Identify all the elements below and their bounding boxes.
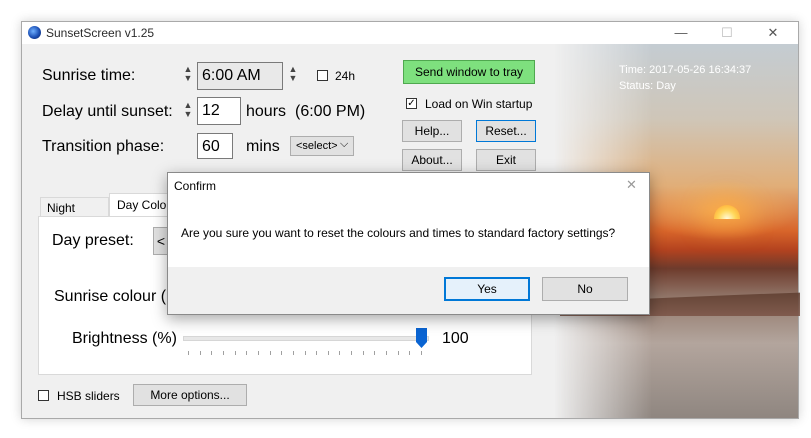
- slider-tick: [281, 351, 282, 355]
- checkbox-24h[interactable]: [317, 70, 328, 81]
- slider-tick: [339, 351, 340, 355]
- transition-field[interactable]: 60: [197, 133, 233, 159]
- brightness-label: Brightness (%): [72, 330, 177, 347]
- slider-tick: [246, 351, 247, 355]
- sunrise-spin-left[interactable]: ▲ ▼: [183, 65, 193, 83]
- delay-field[interactable]: 12: [197, 97, 241, 125]
- transition-select[interactable]: <select> ⌵: [290, 136, 354, 156]
- dialog-title: Confirm: [174, 179, 217, 193]
- delay-result: (6:00 PM): [295, 103, 366, 120]
- slider-tick: [235, 351, 236, 355]
- slider-tick: [409, 351, 410, 355]
- status-day: Status: Day: [619, 80, 676, 92]
- slider-tick: [223, 351, 224, 355]
- slider-tick: [258, 351, 259, 355]
- sunrise-spin-right[interactable]: ▲ ▼: [288, 65, 298, 83]
- slider-tick: [398, 351, 399, 355]
- delay-unit: hours: [246, 103, 287, 120]
- dialog-close-icon[interactable]: ✕: [626, 177, 637, 193]
- day-preset-label: Day preset:: [52, 232, 134, 249]
- more-options-button[interactable]: More options...: [133, 384, 247, 406]
- hsb-sliders-checkbox[interactable]: [38, 390, 49, 401]
- minimize-button[interactable]: —: [658, 22, 704, 44]
- brightness-slider-track[interactable]: [183, 336, 429, 341]
- sunrise-time-field[interactable]: 6:00 AM: [197, 62, 283, 90]
- load-startup-label: Load on Win startup: [425, 97, 533, 111]
- dialog-message: Are you sure you want to reset the colou…: [181, 226, 616, 240]
- slider-tick: [328, 351, 329, 355]
- tab-night-colour[interactable]: Night Colour: [40, 197, 109, 229]
- reset-button[interactable]: Reset...: [476, 120, 536, 142]
- sunrise-time-label: Sunrise time:: [42, 67, 136, 84]
- tab-day-colour[interactable]: Day Colour: [109, 193, 171, 217]
- status-time: Time: 2017-05-26 16:34:37: [619, 64, 752, 76]
- slider-tick: [211, 351, 212, 355]
- slider-tick: [351, 351, 352, 355]
- slider-tick: [386, 351, 387, 355]
- slider-tick: [374, 351, 375, 355]
- transition-unit: mins: [246, 138, 280, 155]
- help-button[interactable]: Help...: [402, 120, 462, 142]
- close-button[interactable]: ✕: [750, 22, 796, 44]
- confirm-dialog: Confirm ✕ Are you sure you want to reset…: [167, 172, 650, 315]
- transition-label: Transition phase:: [42, 138, 165, 155]
- slider-tick: [363, 351, 364, 355]
- exit-button[interactable]: Exit: [476, 149, 536, 171]
- sunrise-colour-label: Sunrise colour (k: [54, 288, 175, 305]
- slider-tick: [293, 351, 294, 355]
- slider-tick: [316, 351, 317, 355]
- send-to-tray-button[interactable]: Send window to tray: [403, 60, 535, 84]
- window-title: SunsetScreen v1.25: [46, 26, 155, 40]
- checkbox-24h-label: 24h: [335, 69, 356, 83]
- slider-tick: [188, 351, 189, 355]
- title-bar: SunsetScreen v1.25 — ☐ ✕: [22, 22, 798, 44]
- maximize-button[interactable]: ☐: [704, 22, 750, 44]
- hsb-sliders-label: HSB sliders: [57, 389, 120, 403]
- about-button[interactable]: About...: [402, 149, 462, 171]
- slider-tick: [270, 351, 271, 355]
- slider-tick: [200, 351, 201, 355]
- slider-tick: [305, 351, 306, 355]
- dialog-no-button[interactable]: No: [542, 277, 628, 301]
- slider-tick: [421, 351, 422, 355]
- chevron-down-icon: ⌵: [340, 138, 349, 150]
- load-startup-checkbox[interactable]: ✓: [406, 98, 417, 109]
- sunset-app-icon: [28, 26, 41, 39]
- brightness-value: 100: [442, 330, 469, 347]
- transition-select-value: <select>: [296, 140, 338, 152]
- dialog-yes-button[interactable]: Yes: [444, 277, 530, 301]
- delay-spin[interactable]: ▲ ▼: [183, 101, 193, 119]
- delay-label: Delay until sunset:: [42, 103, 173, 120]
